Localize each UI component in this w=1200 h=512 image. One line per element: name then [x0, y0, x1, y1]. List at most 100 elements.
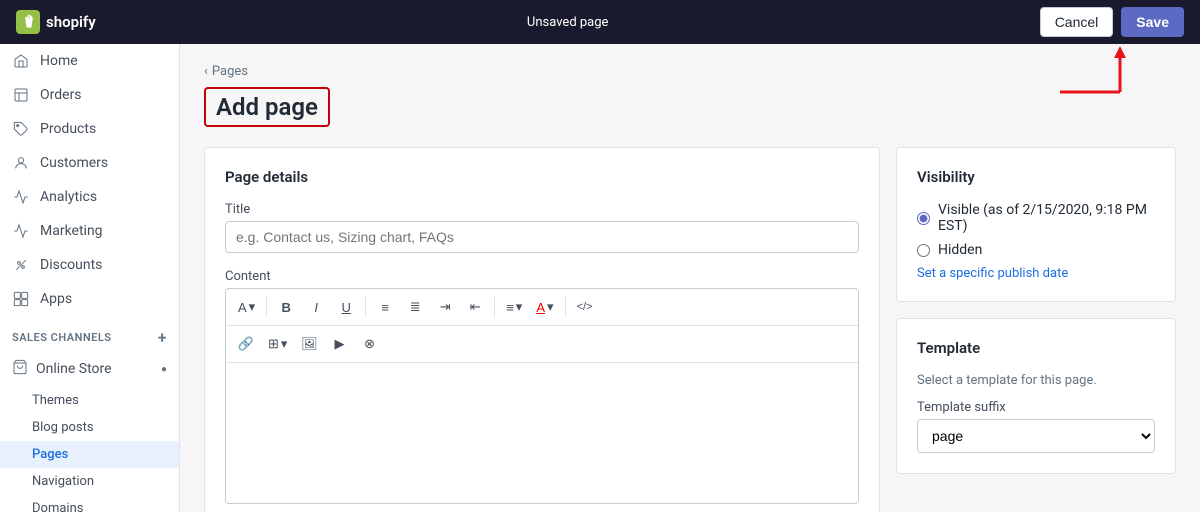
online-store-expand-icon: ●: [161, 364, 167, 375]
indent-button[interactable]: ⇥: [431, 293, 459, 321]
image-button[interactable]: 🖼: [295, 330, 323, 358]
sidebar-marketing-label: Marketing: [40, 223, 103, 239]
top-bar-left: shopify: [16, 10, 96, 34]
main-content: ‹ Pages Add page Page details Title: [180, 44, 1200, 512]
products-icon: [12, 120, 30, 138]
apps-icon: [12, 290, 30, 308]
template-description: Select a template for this page.: [917, 373, 1155, 388]
sidebar-item-discounts[interactable]: Discounts: [0, 248, 179, 282]
visible-radio-item: Visible (as of 2/15/2020, 9:18 PM EST): [917, 202, 1155, 234]
breadcrumb-arrow: ‹: [204, 64, 208, 79]
analytics-icon: [12, 188, 30, 206]
page-details-title: Page details: [225, 168, 859, 186]
sidebar-sub-blog-posts[interactable]: Blog posts: [0, 414, 179, 441]
toolbar-row-2: 🔗 ⊞ ▾ 🖼 ▶ ⊗: [226, 326, 858, 363]
editor-content-area[interactable]: [226, 363, 858, 503]
font-a-label: A: [238, 300, 247, 315]
save-button[interactable]: Save: [1121, 7, 1184, 37]
color-dropdown[interactable]: A ▾: [530, 297, 559, 317]
sidebar-item-products[interactable]: Products: [0, 112, 179, 146]
page-title: Add page: [216, 93, 318, 121]
visibility-card: Visibility Visible (as of 2/15/2020, 9:1…: [896, 147, 1176, 302]
left-column: Page details Title Content A: [204, 147, 880, 512]
content-toolbar: A ▾ B I U ≡ ≣ ⇥: [225, 288, 859, 504]
title-group: Title: [225, 202, 859, 253]
sidebar-customers-label: Customers: [40, 155, 108, 171]
sidebar-discounts-label: Discounts: [40, 257, 102, 273]
sidebar-inner: Home Orders Products: [0, 44, 179, 512]
italic-button[interactable]: I: [302, 293, 330, 321]
hidden-radio[interactable]: [917, 244, 930, 257]
online-store-item[interactable]: Online Store ●: [0, 351, 179, 387]
sidebar: Home Orders Products: [0, 44, 180, 512]
hidden-radio-item: Hidden: [917, 242, 1155, 258]
hidden-label: Hidden: [938, 242, 982, 258]
shopify-text: shopify: [46, 13, 96, 31]
sidebar-item-home[interactable]: Home: [0, 44, 179, 78]
sidebar-item-orders[interactable]: Orders: [0, 78, 179, 112]
online-store-label: Online Store: [36, 361, 112, 377]
link-button[interactable]: 🔗: [232, 330, 260, 358]
outdent-button[interactable]: ⇤: [461, 293, 489, 321]
content-group: Content A ▾ B I U: [225, 269, 859, 504]
toolbar-divider-2: [365, 297, 366, 317]
bold-button[interactable]: B: [272, 293, 300, 321]
template-suffix-label: Template suffix: [917, 400, 1155, 415]
sidebar-item-apps[interactable]: Apps: [0, 282, 179, 316]
online-store-icon: [12, 359, 28, 379]
right-column: Visibility Visible (as of 2/15/2020, 9:1…: [896, 147, 1176, 512]
sidebar-item-analytics[interactable]: Analytics: [0, 180, 179, 214]
discounts-icon: [12, 256, 30, 274]
align-dropdown[interactable]: ≡ ▾: [500, 297, 528, 317]
publish-date-link[interactable]: Set a specific publish date: [917, 266, 1155, 281]
page-title-box: Add page: [204, 87, 330, 127]
ordered-list-button[interactable]: ≣: [401, 293, 429, 321]
customers-icon: [12, 154, 30, 172]
home-icon: [12, 52, 30, 70]
page-status: Unsaved page: [527, 15, 609, 30]
sidebar-item-marketing[interactable]: Marketing: [0, 214, 179, 248]
sidebar-sub-domains[interactable]: Domains: [0, 495, 179, 512]
template-card: Template Select a template for this page…: [896, 318, 1176, 474]
content-grid: Page details Title Content A: [204, 147, 1176, 512]
sidebar-sub-navigation[interactable]: Navigation: [0, 468, 179, 495]
shopify-logo-icon: [16, 10, 40, 34]
top-bar: shopify Unsaved page Cancel Save: [0, 0, 1200, 44]
bullet-list-button[interactable]: ≡: [371, 293, 399, 321]
template-title: Template: [917, 339, 1155, 357]
breadcrumb-label: Pages: [212, 64, 248, 79]
underline-button[interactable]: U: [332, 293, 360, 321]
sidebar-item-customers[interactable]: Customers: [0, 146, 179, 180]
breadcrumb[interactable]: ‹ Pages: [204, 64, 1176, 79]
page-details-card: Page details Title Content A: [204, 147, 880, 512]
content-label: Content: [225, 269, 859, 284]
sidebar-analytics-label: Analytics: [40, 189, 97, 205]
cancel-button[interactable]: Cancel: [1040, 7, 1114, 37]
unsaved-page-label: Unsaved page: [527, 15, 609, 30]
visibility-title: Visibility: [917, 168, 1155, 186]
code-button[interactable]: </>: [571, 293, 599, 321]
add-channel-icon[interactable]: +: [158, 328, 167, 347]
sidebar-sub-pages[interactable]: Pages: [0, 441, 179, 468]
remove-format-button[interactable]: ⊗: [355, 330, 383, 358]
visible-label: Visible (as of 2/15/2020, 9:18 PM EST): [938, 202, 1155, 234]
sidebar-sub-themes[interactable]: Themes: [0, 387, 179, 414]
title-input[interactable]: [225, 221, 859, 253]
table-dropdown[interactable]: ⊞ ▾: [262, 334, 293, 354]
video-button[interactable]: ▶: [325, 330, 353, 358]
toolbar-divider-4: [565, 297, 566, 317]
visible-radio[interactable]: [917, 212, 930, 225]
top-bar-actions: Cancel Save: [1040, 7, 1184, 37]
font-dropdown-arrow: ▾: [249, 299, 256, 315]
body-area: Home Orders Products: [0, 44, 1200, 512]
title-label: Title: [225, 202, 859, 217]
marketing-icon: [12, 222, 30, 240]
sidebar-home-label: Home: [40, 53, 78, 69]
shopify-logo: shopify: [16, 10, 96, 34]
font-dropdown[interactable]: A ▾: [232, 297, 261, 317]
orders-icon: [12, 86, 30, 104]
sidebar-products-label: Products: [40, 121, 96, 137]
sales-channels-header: SALES CHANNELS +: [0, 316, 179, 351]
template-suffix-select[interactable]: page: [917, 419, 1155, 453]
sidebar-orders-label: Orders: [40, 87, 82, 103]
